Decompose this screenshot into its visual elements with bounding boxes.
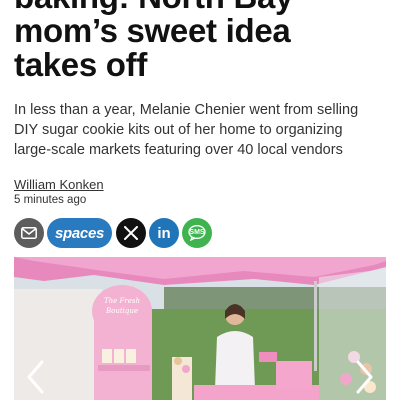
linkedin-icon: in [157, 224, 171, 242]
booth-sign-line: Boutique [105, 307, 138, 315]
chevron-right-icon [356, 360, 373, 394]
author-link[interactable]: William Konken [14, 177, 104, 192]
share-email-button[interactable] [14, 218, 44, 248]
carousel-next-button[interactable] [352, 357, 378, 397]
hero-photo[interactable]: The Fresh Boutique [14, 257, 386, 400]
dek-line: In less than a year, Melanie Chenier wen… [14, 102, 359, 118]
envelope-icon [21, 227, 37, 239]
share-sms-button[interactable]: SMS [182, 218, 212, 248]
market-photo: The Fresh Boutique [14, 257, 386, 400]
spaces-logo-text: spaces [54, 224, 105, 242]
sms-label: SMS [189, 228, 205, 236]
x-logo-icon [124, 226, 138, 240]
share-x-button[interactable] [116, 218, 146, 248]
share-linkedin-button[interactable]: in [149, 218, 179, 248]
headline-line: mom’s sweet idea [14, 12, 291, 49]
chevron-left-icon [27, 360, 44, 394]
dek-line: large-scale markets featuring over 40 lo… [14, 142, 343, 158]
dek-line: DIY sugar cookie kits out of her home to… [14, 122, 343, 138]
article-headline: baking: North Bay mom’s sweet idea takes… [14, 0, 394, 82]
share-spaces-button[interactable]: spaces [47, 218, 112, 248]
carousel-prev-button[interactable] [22, 357, 48, 397]
headline-line: takes off [14, 46, 148, 83]
booth-sign-line: The Fresh [104, 297, 140, 305]
article-dek: In less than a year, Melanie Chenier wen… [14, 100, 389, 160]
published-time: 5 minutes ago [14, 194, 87, 206]
